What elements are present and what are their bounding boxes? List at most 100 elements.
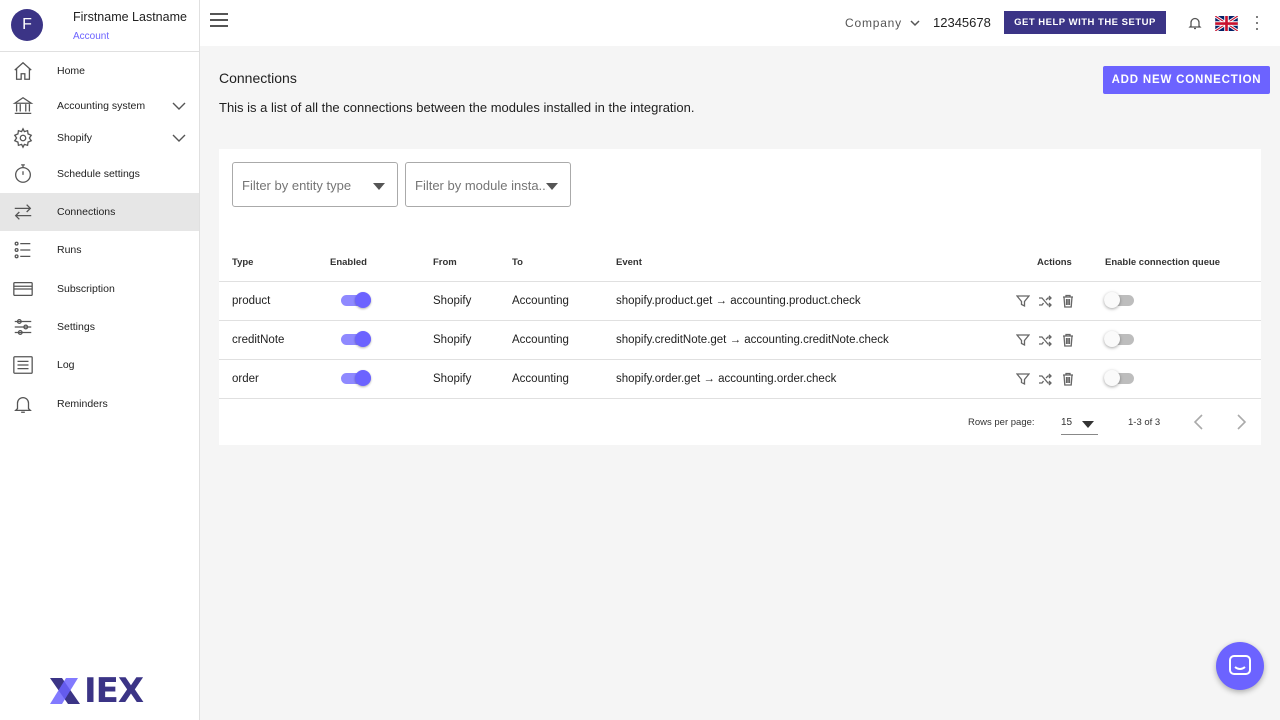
cell-to: Accounting <box>512 334 569 346</box>
column-header-type[interactable]: Type <box>232 257 253 268</box>
sidebar-item-settings[interactable]: Settings <box>0 308 199 346</box>
page-title: Connections <box>219 70 297 86</box>
column-header-to[interactable]: To <box>512 257 523 268</box>
module-instance-filter-placeholder: Filter by module insta... <box>415 178 547 193</box>
trash-icon[interactable] <box>1061 333 1075 347</box>
cell-event: shopify.order.get → accounting.order.che… <box>616 373 837 385</box>
chat-launcher-button[interactable] <box>1216 642 1264 690</box>
enabled-toggle[interactable] <box>341 331 373 348</box>
cell-event: shopify.product.get → accounting.product… <box>616 295 861 307</box>
trash-icon[interactable] <box>1061 294 1075 308</box>
chevron-down-icon <box>910 20 920 27</box>
column-header-from[interactable]: From <box>433 257 457 268</box>
uk-flag-icon[interactable] <box>1214 14 1239 33</box>
cell-from: Shopify <box>433 373 472 385</box>
sidebar-item-shopify[interactable]: Shopify <box>0 119 199 157</box>
trash-icon[interactable] <box>1061 372 1075 386</box>
table-row[interactable]: order Shopify Accounting shopify.order.g… <box>219 359 1261 398</box>
bell-icon <box>11 392 35 416</box>
table-row[interactable]: creditNote Shopify Accounting shopify.cr… <box>219 320 1261 359</box>
company-selector[interactable]: Company <box>845 16 920 30</box>
profile-name: Firstname Lastname <box>73 10 187 24</box>
sidebar-item-label: Schedule settings <box>57 168 140 180</box>
list-tree-icon <box>11 238 35 262</box>
table-footer-divider <box>219 398 1261 399</box>
sidebar: F Firstname Lastname Account Home Accoun… <box>0 0 200 720</box>
table-row[interactable]: product Shopify Accounting shopify.produ… <box>219 281 1261 320</box>
notifications-bell-icon[interactable] <box>1188 16 1202 30</box>
filter-icon[interactable] <box>1015 333 1031 347</box>
sidebar-item-log[interactable]: Log <box>0 346 199 384</box>
filter-icon[interactable] <box>1015 372 1031 386</box>
top-bar: Company 12345678 GET HELP WITH THE SETUP <box>200 0 1280 46</box>
page-description: This is a list of all the connections be… <box>219 100 695 115</box>
pagination-range: 1-3 of 3 <box>1128 417 1161 428</box>
sidebar-item-label: Runs <box>57 244 82 256</box>
add-connection-button[interactable]: ADD NEW CONNECTION <box>1103 66 1270 94</box>
sidebar-item-home[interactable]: Home <box>0 52 199 90</box>
cell-type: product <box>232 295 271 307</box>
profile-header[interactable]: F Firstname Lastname Account <box>0 0 199 52</box>
cell-type: creditNote <box>232 334 285 346</box>
more-vert-icon[interactable] <box>1254 16 1260 30</box>
sidebar-item-subscription[interactable]: Subscription <box>0 270 199 308</box>
cell-type: order <box>232 373 259 385</box>
sidebar-item-connections[interactable]: Connections <box>0 193 199 231</box>
company-label: Company <box>845 16 902 30</box>
card-icon <box>11 277 35 301</box>
column-header-queue: Enable connection queue <box>1105 257 1221 268</box>
cell-from: Shopify <box>433 295 472 307</box>
filter-icon[interactable] <box>1015 294 1031 308</box>
home-icon <box>11 59 35 83</box>
sidebar-item-label: Reminders <box>57 398 108 410</box>
column-header-actions: Actions <box>1037 257 1072 268</box>
rows-per-page-select[interactable]: 15 <box>1061 413 1098 435</box>
sidebar-item-label: Shopify <box>57 132 93 144</box>
sidebar-item-label: Connections <box>57 206 116 218</box>
stopwatch-icon <box>11 162 35 186</box>
sidebar-item-label: Subscription <box>57 283 115 295</box>
entity-type-filter-placeholder: Filter by entity type <box>242 178 352 193</box>
enabled-toggle[interactable] <box>341 292 373 309</box>
shuffle-icon[interactable] <box>1038 294 1052 308</box>
cell-to: Accounting <box>512 373 569 385</box>
shuffle-icon[interactable] <box>1038 333 1052 347</box>
rows-per-page-value: 15 <box>1061 417 1073 428</box>
cell-to: Accounting <box>512 295 569 307</box>
rows-per-page-label: Rows per page: <box>968 417 1035 428</box>
chevron-down-icon[interactable] <box>171 130 187 146</box>
sliders-icon <box>11 315 35 339</box>
enabled-toggle[interactable] <box>341 370 373 387</box>
chevron-down-icon[interactable] <box>171 98 187 114</box>
prev-page-icon[interactable] <box>1190 412 1208 432</box>
logo-mark-icon <box>50 678 80 704</box>
module-instance-filter[interactable]: Filter by module insta... <box>405 162 571 207</box>
hamburger-menu-icon[interactable] <box>210 13 230 33</box>
dropdown-caret-icon <box>373 183 385 190</box>
column-header-event[interactable]: Event <box>616 257 642 268</box>
sidebar-item-runs[interactable]: Runs <box>0 231 199 269</box>
queue-toggle[interactable] <box>1104 370 1136 387</box>
arrows-icon <box>11 200 35 224</box>
column-header-enabled[interactable]: Enabled <box>330 257 367 268</box>
dropdown-caret-icon <box>1082 421 1094 428</box>
connections-card: Filter by entity type Filter by module i… <box>219 149 1261 445</box>
avatar[interactable]: F <box>11 9 43 41</box>
sidebar-item-label: Log <box>57 359 75 371</box>
bank-icon <box>11 94 35 118</box>
logo-text: IEX <box>84 671 144 711</box>
profile-account-link[interactable]: Account <box>73 31 109 42</box>
cell-event: shopify.creditNote.get → accounting.cred… <box>616 334 889 346</box>
sidebar-item-schedule-settings[interactable]: Schedule settings <box>0 155 199 193</box>
sidebar-item-label: Accounting system <box>57 100 146 112</box>
queue-toggle[interactable] <box>1104 331 1136 348</box>
shuffle-icon[interactable] <box>1038 372 1052 386</box>
sidebar-item-label: Home <box>57 65 86 77</box>
entity-type-filter[interactable]: Filter by entity type <box>232 162 398 207</box>
help-setup-button[interactable]: GET HELP WITH THE SETUP <box>1004 11 1166 34</box>
next-page-icon[interactable] <box>1232 412 1250 432</box>
sidebar-item-reminders[interactable]: Reminders <box>0 385 199 423</box>
cell-from: Shopify <box>433 334 472 346</box>
queue-toggle[interactable] <box>1104 292 1136 309</box>
chat-icon <box>1229 655 1251 675</box>
